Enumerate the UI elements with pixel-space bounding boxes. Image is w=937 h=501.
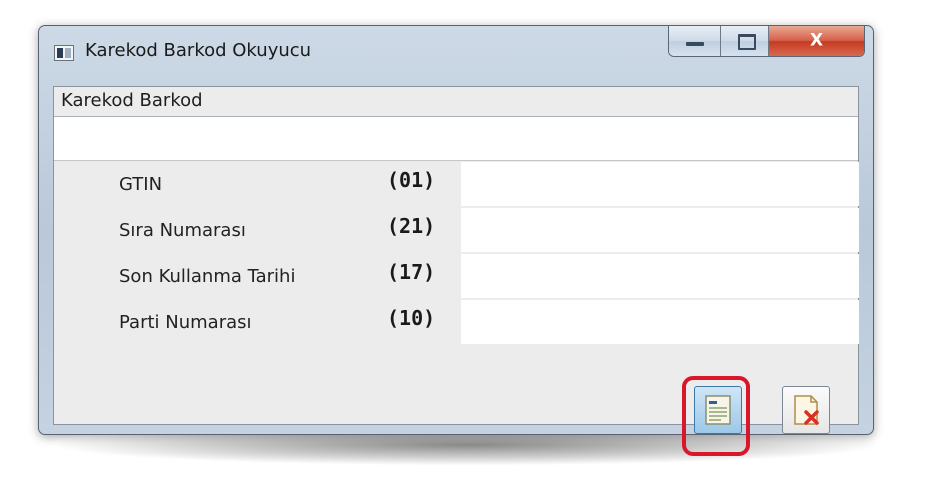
field-row-gtin: GTIN (01)	[54, 162, 859, 208]
maximize-button[interactable]	[721, 26, 769, 56]
field-row-lot: Parti Numarası (10)	[54, 300, 859, 346]
field-row-expiry: Son Kullanma Tarihi (17)	[54, 254, 859, 300]
title-bar[interactable]: Karekod Barkod Okuyucu X	[39, 26, 873, 86]
read-barcode-button[interactable]	[694, 386, 742, 434]
gtin-ai-code: (01)	[387, 168, 436, 192]
barcode-group-label: Karekod Barkod	[61, 90, 203, 111]
document-list-icon	[705, 395, 731, 425]
serial-number-ai-code: (21)	[387, 214, 436, 238]
minimize-icon	[686, 42, 704, 46]
barcode-group-header: Karekod Barkod	[54, 87, 858, 117]
window-title: Karekod Barkod Okuyucu	[85, 40, 312, 61]
serial-number-field[interactable]	[461, 208, 859, 252]
field-row-serial: Sıra Numarası (21)	[54, 208, 859, 254]
client-area: Karekod Barkod GTIN (01) Sıra Numarası (…	[53, 86, 859, 456]
expiry-date-label: Son Kullanma Tarihi	[119, 266, 296, 287]
lot-number-field[interactable]	[461, 300, 859, 344]
lot-number-ai-code: (10)	[387, 306, 436, 330]
barcode-input[interactable]	[54, 117, 858, 161]
lot-number-label: Parti Numarası	[119, 312, 252, 333]
window-controls: X	[668, 26, 865, 57]
close-icon: X	[809, 30, 824, 51]
gtin-field[interactable]	[461, 162, 859, 206]
app-window-icon	[54, 45, 74, 61]
document-cancel-icon	[794, 395, 819, 425]
cancel-button[interactable]	[782, 386, 830, 434]
close-button[interactable]: X	[769, 26, 864, 56]
app-window: Karekod Barkod Okuyucu X Karekod Barkod …	[38, 25, 874, 456]
expiry-date-ai-code: (17)	[387, 260, 436, 284]
minimize-button[interactable]	[669, 26, 721, 56]
gtin-label: GTIN	[119, 174, 163, 195]
maximize-icon	[738, 34, 756, 50]
serial-number-label: Sıra Numarası	[119, 220, 246, 241]
expiry-date-field[interactable]	[461, 254, 859, 298]
